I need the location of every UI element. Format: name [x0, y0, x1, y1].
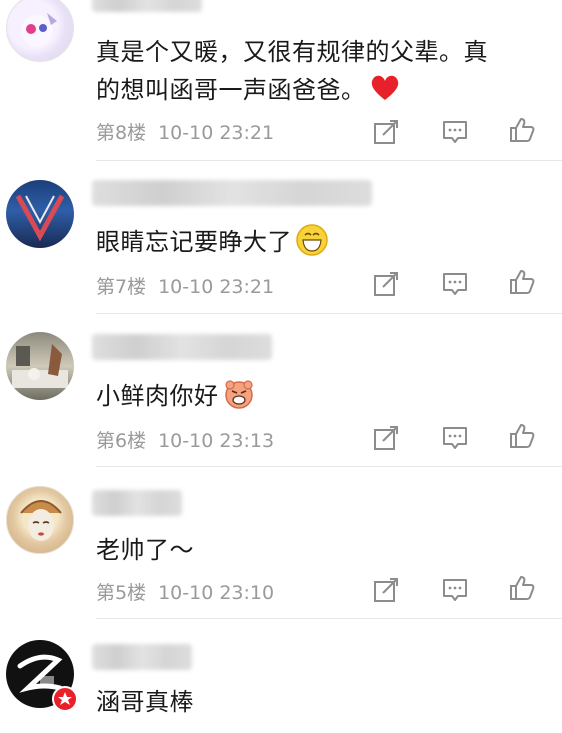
share-icon [374, 120, 398, 144]
floor-label: 第5楼 [96, 582, 147, 604]
timestamp: 10-10 23:21 [158, 276, 275, 298]
comment-meta: 第7楼 10-10 23:21 [96, 272, 286, 299]
comment-icon [443, 121, 467, 143]
floor-label: 第7楼 [96, 276, 147, 298]
comment-icon [443, 579, 467, 601]
comment-text: 老帅了～ [96, 536, 194, 564]
share-button[interactable] [372, 576, 400, 604]
share-icon [374, 578, 398, 602]
angry-pig-icon [223, 378, 255, 416]
like-button[interactable] [508, 422, 536, 450]
username-blurred [92, 644, 192, 670]
thumbs-up-icon [510, 424, 535, 448]
comment-button[interactable] [441, 118, 469, 146]
comment-meta: 第6楼 10-10 23:13 [96, 426, 286, 453]
share-icon [374, 426, 398, 450]
avatar[interactable] [6, 180, 74, 248]
like-button[interactable] [508, 268, 536, 296]
divider [96, 618, 562, 619]
comment-text: 涵哥真棒 [96, 688, 194, 716]
comment-meta: 第8楼 10-10 23:21 [96, 118, 286, 145]
avatar[interactable] [6, 486, 74, 554]
floor-label: 第6楼 [96, 430, 147, 452]
username-blurred [92, 490, 182, 516]
comment-text: 真是个又暖，又很有规律的父辈。真 [96, 38, 488, 66]
timestamp: 10-10 23:21 [158, 122, 275, 144]
comment-button[interactable] [441, 270, 469, 298]
comment-button[interactable] [441, 576, 469, 604]
comment-text: 小鲜肉你好 [96, 376, 255, 416]
timestamp: 10-10 23:10 [158, 582, 275, 604]
divider [96, 466, 562, 467]
divider [96, 160, 562, 161]
share-icon [374, 272, 398, 296]
comment-icon [443, 273, 467, 295]
grinning-face-icon [296, 224, 328, 262]
like-button[interactable] [508, 116, 536, 144]
vip-badge-icon [52, 686, 78, 712]
share-button[interactable] [372, 424, 400, 452]
share-button[interactable] [372, 270, 400, 298]
avatar[interactable] [6, 0, 74, 62]
comment-text-line2: 的想叫函哥一声函爸爸。 [96, 70, 400, 108]
comment-meta: 第5楼 10-10 23:10 [96, 578, 286, 605]
share-button[interactable] [372, 118, 400, 146]
username-blurred [92, 0, 202, 12]
divider [96, 313, 562, 314]
thumbs-up-icon [510, 576, 535, 600]
red-heart-icon [370, 74, 400, 108]
floor-label: 第8楼 [96, 122, 147, 144]
comment-icon [443, 427, 467, 449]
avatar[interactable] [6, 332, 74, 400]
comment-button[interactable] [441, 424, 469, 452]
username-blurred [92, 334, 272, 360]
thumbs-up-icon [510, 118, 535, 142]
timestamp: 10-10 23:13 [158, 430, 275, 452]
like-button[interactable] [508, 574, 536, 602]
thumbs-up-icon [510, 270, 535, 294]
comment-text: 眼睛忘记要睁大了 [96, 222, 328, 262]
username-blurred [92, 180, 372, 206]
